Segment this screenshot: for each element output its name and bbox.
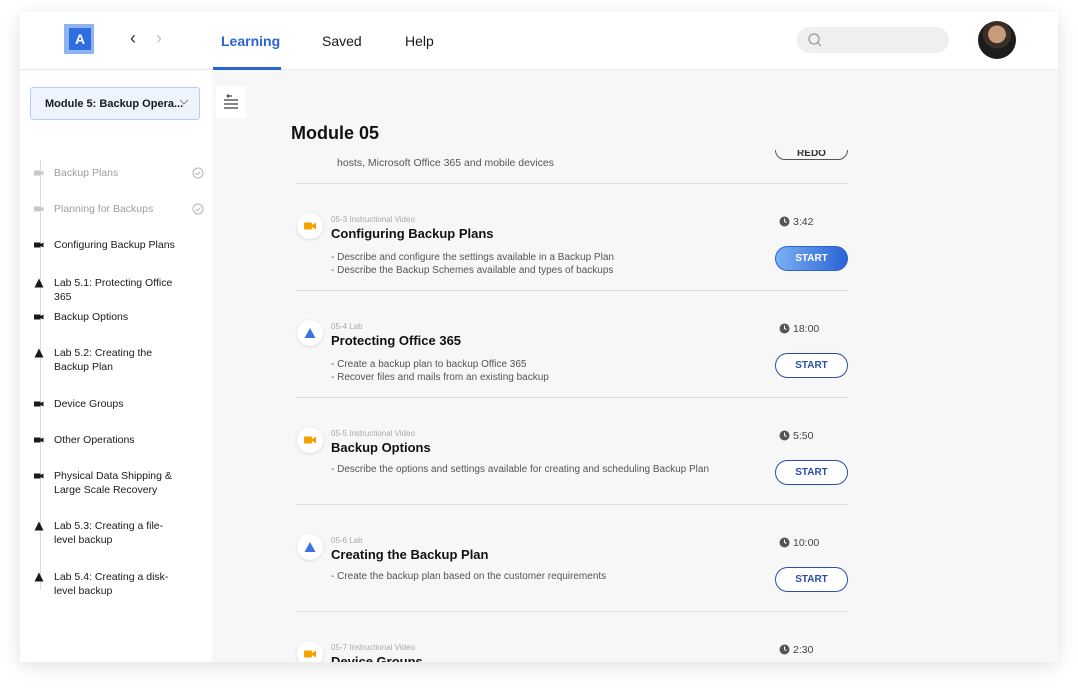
tab-help[interactable]: Help: [405, 33, 434, 49]
sidebar-item-label: Lab 5.3: Creating a file-level backup: [54, 520, 164, 546]
lesson-description: - Describe and configure the settings av…: [331, 252, 614, 276]
lab-flask-icon: [34, 521, 44, 531]
video-icon: [34, 242, 44, 248]
sidebar-item-label: Lab 5.1: Protecting Office 365: [54, 277, 173, 303]
search-input[interactable]: [797, 27, 949, 53]
lab-flask-icon: [34, 278, 44, 288]
sidebar: Module 5: Backup Opera... Backup Plans P…: [20, 71, 212, 662]
sidebar-item-physical-data-shipping[interactable]: Physical Data Shipping & Large Scale Rec…: [34, 469, 204, 497]
lesson-duration: 10:00: [779, 537, 819, 549]
lesson-meta: 05-5 Instructional Video: [331, 429, 415, 438]
clock-icon: [779, 537, 790, 548]
sidebar-item-label: Configuring Backup Plans: [54, 239, 175, 251]
lesson-card: 05-6 Lab Creating the Backup Plan - Crea…: [295, 504, 849, 611]
tab-learning[interactable]: Learning: [221, 33, 280, 49]
sidebar-item-device-groups[interactable]: Device Groups: [34, 397, 204, 411]
start-button[interactable]: START: [775, 246, 848, 271]
sidebar-item-planning-for-backups[interactable]: Planning for Backups: [34, 202, 204, 216]
lesson-duration: 2:30: [779, 644, 813, 656]
lesson-title[interactable]: Creating the Backup Plan: [331, 547, 488, 562]
active-tab-indicator: [213, 67, 281, 70]
lesson-title[interactable]: Device Groups: [331, 654, 423, 662]
collapse-menu-button[interactable]: [216, 86, 246, 118]
lesson-title[interactable]: Protecting Office 365: [331, 333, 461, 348]
page-title: Module 05: [291, 123, 380, 143]
video-icon: [34, 473, 44, 479]
sidebar-item-label: Lab 5.2: Creating the Backup Plan: [54, 347, 153, 373]
lesson-card: 05-3 Instructional Video Configuring Bac…: [295, 183, 849, 290]
clock-icon: [779, 216, 790, 227]
video-icon: [34, 437, 44, 443]
sidebar-item-configuring-backup-plans[interactable]: Configuring Backup Plans: [34, 238, 204, 252]
video-icon: [34, 170, 44, 176]
sidebar-item-lab-5-4[interactable]: Lab 5.4: Creating a disk-level backup: [34, 570, 204, 598]
search-icon: [808, 33, 822, 47]
avatar[interactable]: [978, 21, 1016, 59]
sidebar-item-backup-plans[interactable]: Backup Plans: [34, 166, 204, 180]
lesson-duration: 3:42: [779, 216, 813, 228]
back-arrow-icon[interactable]: ‹: [130, 28, 136, 48]
sidebar-item-lab-5-1[interactable]: Lab 5.1: Protecting Office 365: [34, 276, 204, 304]
lesson-description: - Create a backup plan to backup Office …: [331, 359, 549, 383]
app-window: A ‹ › Learning Saved Help Module 5: Back…: [20, 12, 1058, 662]
lesson-list: REDO hosts, Microsoft Office 365 and mob…: [295, 150, 849, 662]
sidebar-item-label: Planning for Backups: [54, 203, 154, 215]
lesson-card: 05-4 Lab Protecting Office 365 - Create …: [295, 290, 849, 397]
sidebar-item-label: Physical Data Shipping & Large Scale Rec…: [54, 470, 172, 496]
lesson-title[interactable]: Backup Options: [331, 440, 431, 455]
lab-flask-icon: [297, 534, 323, 560]
clock-icon: [779, 644, 790, 655]
lesson-description: - Create the backup plan based on the cu…: [331, 571, 607, 582]
sidebar-item-label: Lab 5.4: Creating a disk-level backup: [54, 571, 169, 597]
lab-flask-icon: [34, 348, 44, 358]
lesson-card: 05-7 Instructional Video Device Groups 2…: [295, 611, 849, 662]
lab-flask-icon: [34, 572, 44, 582]
sidebar-item-label: Device Groups: [54, 398, 124, 410]
module-dropdown[interactable]: Module 5: Backup Opera...: [30, 87, 200, 120]
start-button[interactable]: START: [775, 567, 848, 592]
lesson-meta: 05-6 Lab: [331, 536, 363, 545]
lab-flask-icon: [297, 320, 323, 346]
sidebar-item-other-operations[interactable]: Other Operations: [34, 433, 204, 447]
menu-collapse-icon: [224, 94, 238, 109]
lesson-meta: 05-4 Lab: [331, 322, 363, 331]
clock-icon: [779, 323, 790, 334]
check-circle-icon: [192, 167, 204, 179]
sidebar-item-label: Backup Plans: [54, 167, 119, 179]
lesson-title[interactable]: Configuring Backup Plans: [331, 226, 494, 241]
video-icon: [34, 206, 44, 212]
lesson-duration: 18:00: [779, 323, 819, 335]
sidebar-item-label: Backup Options: [54, 311, 129, 323]
chevron-down-icon: [179, 99, 189, 105]
sidebar-item-lab-5-3[interactable]: Lab 5.3: Creating a file-level backup: [34, 519, 204, 547]
lesson-description: hosts, Microsoft Office 365 and mobile d…: [337, 157, 554, 169]
tab-saved[interactable]: Saved: [322, 33, 362, 49]
lesson-meta: 05-7 Instructional Video: [331, 643, 415, 652]
start-button[interactable]: START: [775, 460, 848, 485]
logo-letter: A: [69, 28, 91, 50]
module-dropdown-label: Module 5: Backup Opera...: [45, 98, 184, 110]
lesson-meta: 05-3 Instructional Video: [331, 215, 415, 224]
sidebar-item-lab-5-2[interactable]: Lab 5.2: Creating the Backup Plan: [34, 346, 204, 374]
lesson-duration: 5:50: [779, 430, 813, 442]
forward-arrow-icon[interactable]: ›: [156, 28, 162, 48]
lesson-description: - Describe the options and settings avai…: [331, 464, 710, 475]
video-icon: [297, 427, 323, 453]
redo-button[interactable]: REDO: [775, 150, 848, 160]
clock-icon: [779, 430, 790, 441]
lesson-card: 05-5 Instructional Video Backup Options …: [295, 397, 849, 504]
video-icon: [34, 401, 44, 407]
sidebar-item-backup-options[interactable]: Backup Options: [34, 310, 204, 324]
video-icon: [297, 213, 323, 239]
start-button[interactable]: START: [775, 353, 848, 378]
top-bar: A ‹ › Learning Saved Help: [20, 12, 1058, 70]
sidebar-item-label: Other Operations: [54, 434, 135, 446]
app-logo[interactable]: A: [64, 24, 94, 54]
check-circle-icon: [192, 203, 204, 215]
video-icon: [297, 641, 323, 662]
video-icon: [34, 314, 44, 320]
